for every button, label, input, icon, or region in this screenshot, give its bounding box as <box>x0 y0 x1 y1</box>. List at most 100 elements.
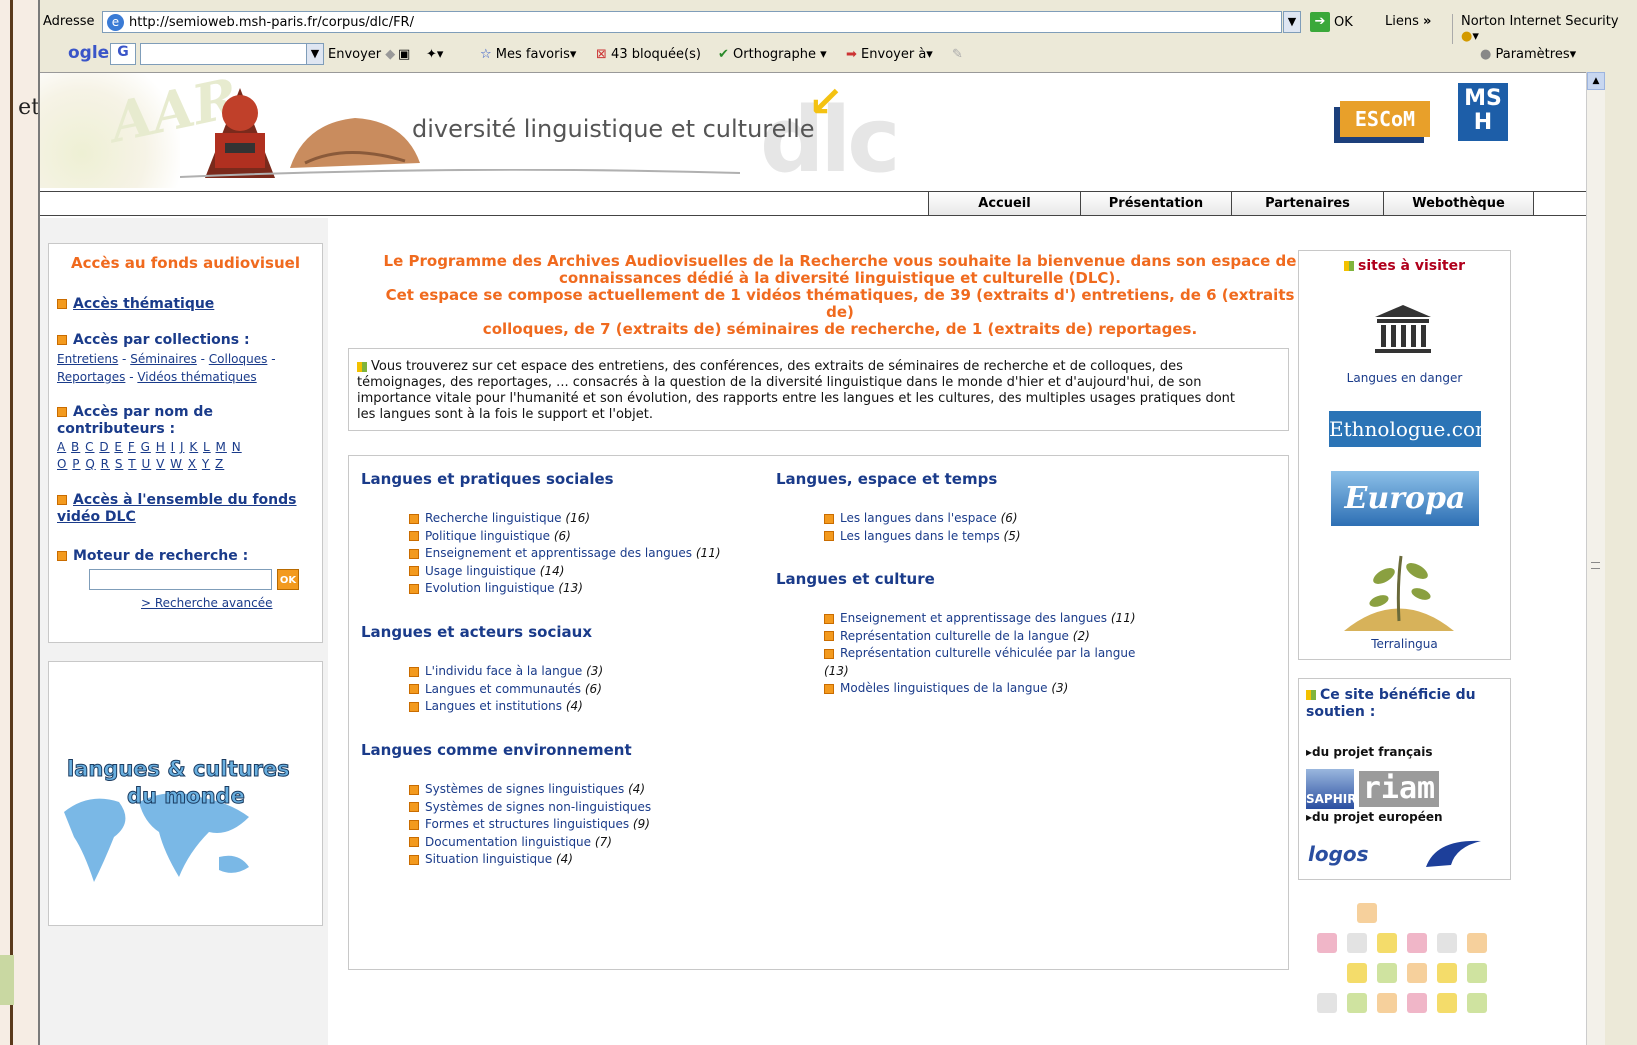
news-icon[interactable]: ▣ <box>398 47 410 62</box>
theme-link[interactable]: Enseignement et apprentissage des langue… <box>425 546 692 560</box>
collection-access: Accès par collections : <box>57 332 250 348</box>
puzzle-icon[interactable]: ✦▾ <box>426 47 443 62</box>
theme-link[interactable]: Usage linguistique <box>425 564 536 578</box>
search-ok-button[interactable]: OK <box>277 569 299 590</box>
logos-6-logo[interactable]: logos <box>1306 835 1486 871</box>
link-videos-thematiques[interactable]: Vidéos thématiques <box>137 370 256 384</box>
intro-box: Vous trouverez sur cet espace des entret… <box>348 348 1289 431</box>
theme-link[interactable]: Politique linguistique <box>425 529 550 543</box>
contributor-letter-link[interactable]: J <box>180 440 185 454</box>
theme-link[interactable]: Evolution linguistique <box>425 581 555 595</box>
contributor-letter-link[interactable]: P <box>72 457 80 471</box>
link-colloques[interactable]: Colloques <box>209 352 268 366</box>
theme-link[interactable]: Recherche linguistique <box>425 511 562 525</box>
contributor-letter-link[interactable]: H <box>156 440 166 454</box>
theme-link[interactable]: Les langues dans le temps <box>840 529 1000 543</box>
favorites-button[interactable]: ☆ Mes favoris▾ <box>480 47 576 62</box>
thematic-access-link[interactable]: Accès thématique <box>73 296 214 312</box>
menu-partenaires[interactable]: Partenaires <box>1231 192 1383 215</box>
theme-link[interactable]: Enseignement et apprentissage des langue… <box>840 611 1107 625</box>
contributor-letter-link[interactable]: Q <box>85 457 95 471</box>
theme-link[interactable]: Langues et institutions <box>425 699 562 713</box>
europa-logo[interactable]: Europa <box>1331 471 1479 526</box>
contributor-letter-link[interactable]: E <box>114 440 123 454</box>
highlight-icon[interactable]: ✎ <box>952 47 963 62</box>
address-dropdown-button[interactable]: ▼ <box>1283 11 1301 33</box>
theme-link[interactable]: Représentation culturelle de la langue <box>840 629 1069 643</box>
terralingua-logo[interactable] <box>1339 546 1459 636</box>
contributor-letter-link[interactable]: K <box>189 440 198 454</box>
contributor-letter-link[interactable]: U <box>141 457 151 471</box>
theme-item: Langues et institutions (4) <box>409 698 603 716</box>
link-reportages[interactable]: Reportages <box>57 370 125 384</box>
scroll-up-button[interactable]: ▲ <box>1587 72 1605 90</box>
google-logo[interactable]: ogle <box>68 43 109 63</box>
unesco-logo[interactable] <box>1371 303 1435 357</box>
theme-link[interactable]: L'individu face à la langue <box>425 664 582 678</box>
theme-link[interactable]: Représentation culturelle véhiculée par … <box>840 646 1135 660</box>
vertical-scrollbar[interactable]: ▲ <box>1586 72 1605 1045</box>
langues-cultures-monde-banner[interactable]: langues & cultures du monde <box>48 661 323 926</box>
settings-button[interactable]: ● Paramètres▾ <box>1480 47 1576 62</box>
ethnologue-logo[interactable]: Ethnologue.com <box>1329 411 1494 447</box>
google-search-dropdown[interactable]: ▼ <box>306 43 324 65</box>
theme-link[interactable]: Situation linguistique <box>425 852 552 866</box>
link-seminaires[interactable]: Séminaires <box>130 352 197 366</box>
contributor-letter-link[interactable]: D <box>99 440 109 454</box>
whole-fonds-link-1[interactable]: Accès à l'ensemble du fonds <box>73 492 297 508</box>
escom-logo[interactable]: ESCoM <box>1340 101 1430 137</box>
riam-logo[interactable]: riam <box>1359 771 1439 807</box>
contributor-letter-link[interactable]: O <box>57 457 67 471</box>
search-input[interactable] <box>89 569 272 590</box>
contributor-letter-link[interactable]: S <box>115 457 124 471</box>
send-button[interactable]: Envoyer ◆ <box>328 47 395 62</box>
contributor-letter-link[interactable]: V <box>156 457 165 471</box>
link-entretiens[interactable]: Entretiens <box>57 352 118 366</box>
contributor-letter-link[interactable]: L <box>203 440 211 454</box>
google-search-input[interactable] <box>140 43 308 65</box>
theme-item: Représentation culturelle de la langue (… <box>824 628 1144 646</box>
contributor-letter-link[interactable]: G <box>141 440 151 454</box>
contributor-letter-link[interactable]: I <box>171 440 176 454</box>
contributor-letter-link[interactable]: F <box>128 440 136 454</box>
google-menu-button[interactable]: G <box>110 43 136 65</box>
contributor-letter-link[interactable]: W <box>170 457 183 471</box>
links-chevron: » <box>1423 14 1432 29</box>
popup-blocker-button[interactable]: ⊠ 43 bloquée(s) <box>596 47 701 62</box>
contributor-letter-link[interactable]: C <box>85 440 94 454</box>
links-button[interactable]: Liens » <box>1385 14 1431 29</box>
contributor-letter-link[interactable]: Z <box>215 457 224 471</box>
contributor-letter-link[interactable]: B <box>71 440 80 454</box>
unesco-link[interactable]: Langues en danger <box>1299 371 1510 385</box>
msh-logo[interactable]: MS H <box>1458 83 1508 141</box>
contributor-letter-link[interactable]: X <box>188 457 197 471</box>
theme-link[interactable]: Formes et structures linguistiques <box>425 817 629 831</box>
theme-link[interactable]: Systèmes de signes non-linguistiques <box>425 800 651 814</box>
theme-link[interactable]: Systèmes de signes linguistiques <box>425 782 624 796</box>
rock-image <box>290 118 420 168</box>
saphir-logo[interactable]: SAPHIR <box>1306 769 1356 809</box>
spelling-button[interactable]: ✔ Orthographe ▾ <box>718 47 827 62</box>
theme-link[interactable]: Les langues dans l'espace <box>840 511 997 525</box>
theme-link[interactable]: Documentation linguistique <box>425 835 591 849</box>
menu-webotheque[interactable]: Webothèque <box>1383 192 1534 215</box>
send-to-button[interactable]: ➡ Envoyer à▾ <box>846 47 933 62</box>
contributor-letter-link[interactable]: R <box>101 457 110 471</box>
advanced-search-link[interactable]: > Recherche avancée <box>141 596 272 610</box>
contributor-letter-link[interactable]: T <box>128 457 136 471</box>
whole-fonds-link-2[interactable]: vidéo DLC <box>57 509 136 525</box>
theme-link[interactable]: Langues et communautés <box>425 682 581 696</box>
contributor-letter-link[interactable]: M <box>216 440 227 454</box>
scroll-thumb-grip[interactable] <box>1591 562 1600 569</box>
contributor-letter-link[interactable]: A <box>57 440 66 454</box>
fonds-title: Accès au fonds audiovisuel <box>71 254 300 272</box>
theme-link[interactable]: Modèles linguistiques de la langue <box>840 681 1048 695</box>
decorative-dots <box>1317 903 1487 1045</box>
contributor-letter-link[interactable]: N <box>232 440 242 454</box>
menu-presentation[interactable]: Présentation <box>1080 192 1231 215</box>
contributor-letter-link[interactable]: Y <box>202 457 210 471</box>
address-input[interactable]: e http://semioweb.msh-paris.fr/corpus/dl… <box>102 11 1282 33</box>
menu-accueil[interactable]: Accueil <box>928 192 1080 215</box>
go-button[interactable]: ➔ OK <box>1310 11 1353 33</box>
terralingua-link[interactable]: Terralingua <box>1299 637 1510 651</box>
